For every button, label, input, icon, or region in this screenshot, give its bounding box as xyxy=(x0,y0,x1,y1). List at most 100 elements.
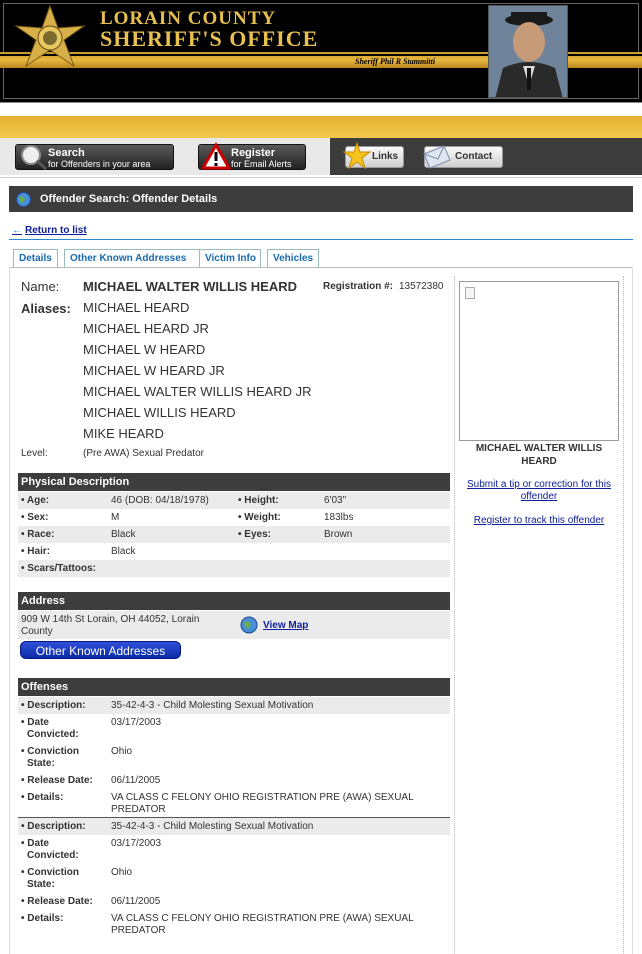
physical-row: • Age: 46 (DOB: 04/18/1978) • Height: 6'… xyxy=(18,492,450,509)
offense-row: • Release Date: 06/11/2005 xyxy=(18,893,450,910)
gold-strip xyxy=(0,116,642,138)
age-value: 46 (DOB: 04/18/1978) xyxy=(111,495,209,506)
offense-row: • Conviction State: Ohio xyxy=(18,743,450,772)
height-value: 6'03" xyxy=(324,495,347,506)
contact-button[interactable]: Contact xyxy=(423,145,503,169)
physical-description-heading: Physical Description xyxy=(18,473,450,491)
view-map-link[interactable]: View Map xyxy=(263,620,308,631)
site-header: Lorain County Sheriff's Office Sheriff P… xyxy=(0,0,642,103)
broken-image-icon xyxy=(465,287,475,299)
release-date: 06/11/2005 xyxy=(111,775,161,786)
physical-row: • Sex: M • Weight: 183lbs xyxy=(18,509,450,526)
register-button-subtitle: for Email Alerts xyxy=(231,159,292,169)
offense-details: VA CLASS C FELONY OHIO REGISTRATION PRE … xyxy=(111,913,414,924)
alias-item: MICHAEL HEARD xyxy=(83,300,190,315)
conviction-state: Ohio xyxy=(111,746,133,757)
offender-name: MICHAEL WALTER WILLIS HEARD xyxy=(83,279,298,294)
hair-value: Black xyxy=(111,546,136,557)
height-label: • Height: xyxy=(238,495,279,506)
tab-details[interactable]: Details xyxy=(13,249,58,267)
eyes-value: Brown xyxy=(324,529,353,540)
state-label-2: State: xyxy=(27,879,55,890)
return-to-list-link[interactable]: ← Return to list xyxy=(12,225,87,236)
globe-icon xyxy=(16,192,31,207)
state-label-2: State: xyxy=(27,758,55,769)
sheriff-name: Sheriff Phil R Stammitti xyxy=(355,57,436,66)
contact-label: Contact xyxy=(455,151,493,162)
description-label: • Description: xyxy=(21,700,86,711)
offense-description: 35-42-4-3 - Child Molesting Sexual Motiv… xyxy=(111,700,314,711)
alias-item: MICHAEL HEARD JR xyxy=(83,321,209,336)
arrow-left-icon: ← xyxy=(12,225,22,236)
weight-label: • Weight: xyxy=(238,512,281,523)
offenses-heading: Offenses xyxy=(18,678,450,696)
offense-row: • Date Convicted: 03/17/2003 xyxy=(18,714,450,743)
links-label: Links xyxy=(372,151,399,162)
date-convicted: 03/17/2003 xyxy=(111,838,162,849)
alias-item: MICHAEL WALTER WILLIS HEARD JR xyxy=(83,384,312,399)
date-convicted: 03/17/2003 xyxy=(111,717,162,728)
date-label-2: Convicted: xyxy=(27,850,79,861)
main-nav: Search for Offenders in your area Regist… xyxy=(0,138,642,178)
search-button-title: Search xyxy=(48,147,85,159)
alias-item: MICHAEL W HEARD xyxy=(83,342,206,357)
address-line2: County xyxy=(21,626,53,637)
date-label: • Date xyxy=(21,717,49,728)
eyes-label: • Eyes: xyxy=(238,529,271,540)
register-button-title: Register xyxy=(231,147,276,159)
envelope-icon xyxy=(423,145,451,169)
photo-caption: MICHAEL WALTER WILLIS HEARD xyxy=(475,443,603,467)
alias-item: MICHAEL WILLIS HEARD xyxy=(83,405,236,420)
site-title-line2: Sheriff's Office xyxy=(100,26,319,51)
address-heading: Address xyxy=(18,592,450,610)
offense-row: • Date Convicted: 03/17/2003 xyxy=(18,835,450,864)
offense-row: • Details: VA CLASS C FELONY OHIO REGIST… xyxy=(18,789,450,817)
offense-row: • Conviction State: Ohio xyxy=(18,864,450,893)
offense-row: • Description: 35-42-4-3 - Child Molesti… xyxy=(18,818,450,835)
registration-label: Registration #: xyxy=(323,281,394,292)
physical-row: • Race: Black • Eyes: Brown xyxy=(18,526,450,543)
warning-icon xyxy=(201,141,231,170)
details-label: • Details: xyxy=(21,913,64,924)
address-line1: 909 W 14th St Lorain, OH 44052, Lorain xyxy=(21,614,200,625)
tab-victim-info[interactable]: Victim Info xyxy=(199,249,261,267)
offender-level: (Pre AWA) Sexual Predator xyxy=(83,448,204,459)
details-label: • Details: xyxy=(21,792,64,803)
alias-item: MICHAEL W HEARD JR xyxy=(83,363,225,378)
magnifier-icon xyxy=(21,145,47,171)
offense-row: • Description: 35-42-4-3 - Child Molesti… xyxy=(18,697,450,714)
aliases-label: Aliases: xyxy=(21,301,71,316)
tab-other-known-addresses[interactable]: Other Known Addresses xyxy=(64,249,208,267)
date-label: • Date xyxy=(21,838,49,849)
state-label: • Conviction xyxy=(21,867,79,878)
alias-item: MIKE HEARD xyxy=(83,426,164,441)
description-label: • Description: xyxy=(21,821,86,832)
tab-vehicles[interactable]: Vehicles xyxy=(267,249,319,267)
registration-number: 13572380 xyxy=(399,281,444,292)
age-label: • Age: xyxy=(21,495,50,506)
links-button[interactable]: Links xyxy=(342,141,404,170)
other-known-addresses-button[interactable]: Other Known Addresses xyxy=(20,641,181,659)
submit-tip-link[interactable]: Submit a tip or correction for this offe… xyxy=(459,479,619,503)
sheriff-star-icon xyxy=(14,4,86,68)
offense-row: • Details: VA CLASS C FELONY OHIO REGIST… xyxy=(18,910,450,938)
offense-details-2: PREDATOR xyxy=(111,925,166,936)
register-track-link[interactable]: Register to track this offender xyxy=(459,515,619,527)
register-alerts-button[interactable]: Register for Email Alerts xyxy=(198,141,306,170)
offense-row: • Release Date: 06/11/2005 xyxy=(18,772,450,789)
offense-details-2: PREDATOR xyxy=(111,804,166,815)
state-label: • Conviction xyxy=(21,746,79,757)
physical-row: • Hair: Black xyxy=(18,543,450,560)
physical-row: • Scars/Tattoos: xyxy=(18,560,450,577)
offense-details: VA CLASS C FELONY OHIO REGISTRATION PRE … xyxy=(111,792,414,803)
offense-description: 35-42-4-3 - Child Molesting Sexual Motiv… xyxy=(111,821,314,832)
hair-label: • Hair: xyxy=(21,546,51,557)
race-value: Black xyxy=(111,529,136,540)
release-date: 06/11/2005 xyxy=(111,896,161,907)
release-label: • Release Date: xyxy=(21,896,93,907)
search-offenders-button[interactable]: Search for Offenders in your area xyxy=(15,144,174,171)
level-label: Level: xyxy=(21,448,48,459)
page-title: Offender Search: Offender Details xyxy=(40,193,218,205)
offender-photo xyxy=(459,281,619,441)
scars-label: • Scars/Tattoos: xyxy=(21,563,96,574)
